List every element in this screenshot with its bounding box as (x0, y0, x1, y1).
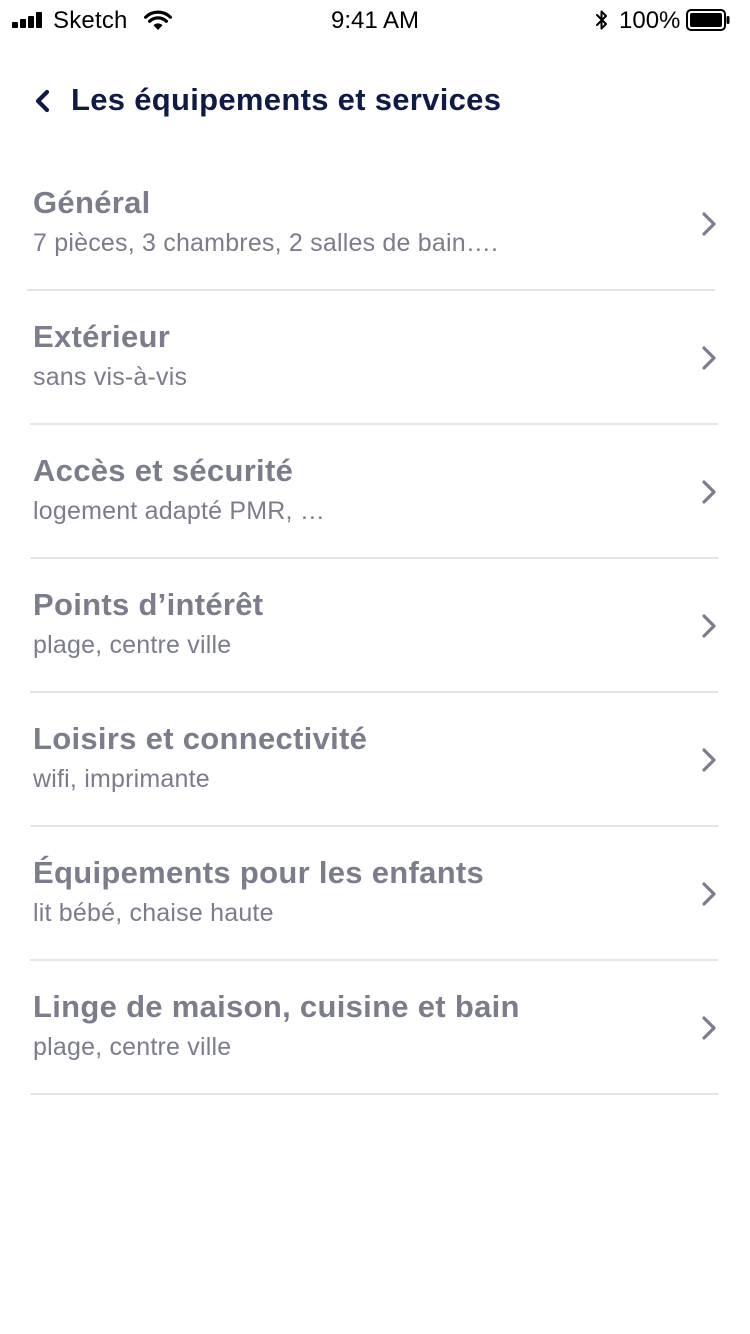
divider (30, 1093, 718, 1095)
battery-percent: 100% (619, 7, 681, 34)
services-list: Général 7 pièces, 3 chambres, 2 salles d… (0, 157, 750, 1095)
list-item-subtitle: plage, centre ville (33, 631, 232, 659)
list-item-general[interactable]: Général 7 pièces, 3 chambres, 2 salles d… (0, 157, 750, 291)
list-item-linge-maison[interactable]: Linge de maison, cuisine et bain plage, … (0, 961, 750, 1095)
list-item-title: Extérieur (33, 319, 171, 354)
list-item-equipements-enfants[interactable]: Équipements pour les enfants lit bébé, c… (0, 827, 750, 961)
list-item-title: Équipements pour les enfants (33, 855, 485, 890)
list-item-points-interet[interactable]: Points d’intérêt plage, centre ville (0, 559, 750, 693)
chevron-right-icon (702, 748, 716, 772)
chevron-right-icon (702, 480, 716, 504)
list-item-title: Accès et sécurité (33, 453, 294, 488)
battery-icon (686, 9, 730, 31)
chevron-right-icon (702, 346, 716, 370)
list-item-title: Général (33, 185, 151, 220)
chevron-right-icon (702, 1016, 716, 1040)
chevron-right-icon (702, 882, 716, 906)
list-item-subtitle: 7 pièces, 3 chambres, 2 salles de bain…. (33, 229, 499, 257)
list-item-acces-securite[interactable]: Accès et sécurité logement adapté PMR, … (0, 425, 750, 559)
list-item-title: Loisirs et connectivité (33, 721, 368, 756)
list-item-subtitle: wifi, imprimante (33, 765, 210, 793)
list-item-exterieur[interactable]: Extérieur sans vis-à-vis (0, 291, 750, 425)
chevron-right-icon (702, 614, 716, 638)
page-title: Les équipements et services (71, 82, 502, 117)
bluetooth-icon (596, 10, 607, 30)
status-bar: Sketch 9:41 AM 100% (0, 0, 750, 40)
list-item-subtitle: sans vis-à-vis (33, 363, 188, 391)
list-item-title: Linge de maison, cuisine et bain (33, 989, 520, 1024)
list-item-subtitle: lit bébé, chaise haute (33, 899, 274, 927)
navigation-header: Les équipements et services (0, 72, 750, 132)
list-item-loisirs-connectivite[interactable]: Loisirs et connectivité wifi, imprimante (0, 693, 750, 827)
list-item-subtitle: plage, centre ville (33, 1033, 232, 1061)
list-item-title: Points d’intérêt (33, 587, 264, 622)
list-item-subtitle: logement adapté PMR, … (33, 497, 326, 525)
chevron-right-icon (702, 212, 716, 236)
chevron-left-icon[interactable] (32, 88, 52, 114)
